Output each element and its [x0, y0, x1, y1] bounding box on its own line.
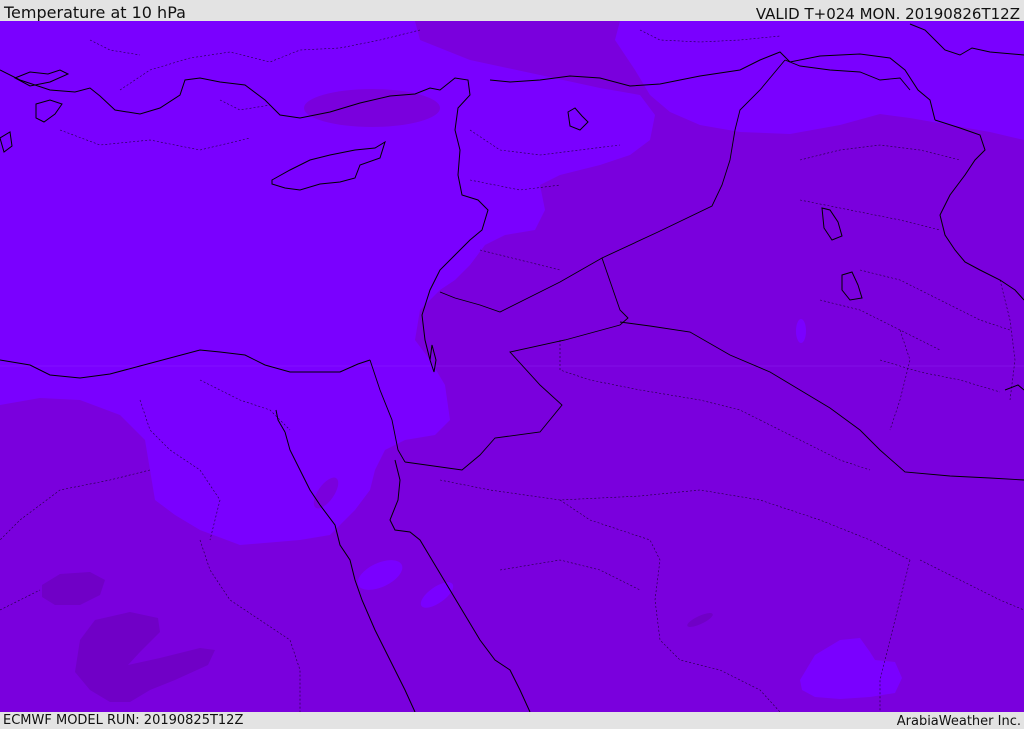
credit: ArabiaWeather Inc. — [896, 714, 1021, 729]
footer-bar: ECMWF MODEL RUN: 20190825T12Z ArabiaWeat… — [0, 712, 1024, 729]
temperature-map — [0, 21, 1024, 712]
model-run: ECMWF MODEL RUN: 20190825T12Z — [3, 713, 244, 728]
map-title: Temperature at 10 hPa — [4, 3, 186, 22]
dark-blob — [304, 89, 440, 127]
valid-time: VALID T+024 MON. 20190826T12Z — [755, 5, 1020, 23]
light-blob — [796, 319, 806, 343]
header-bar: Temperature at 10 hPa VALID T+024 MON. 2… — [0, 0, 1024, 23]
